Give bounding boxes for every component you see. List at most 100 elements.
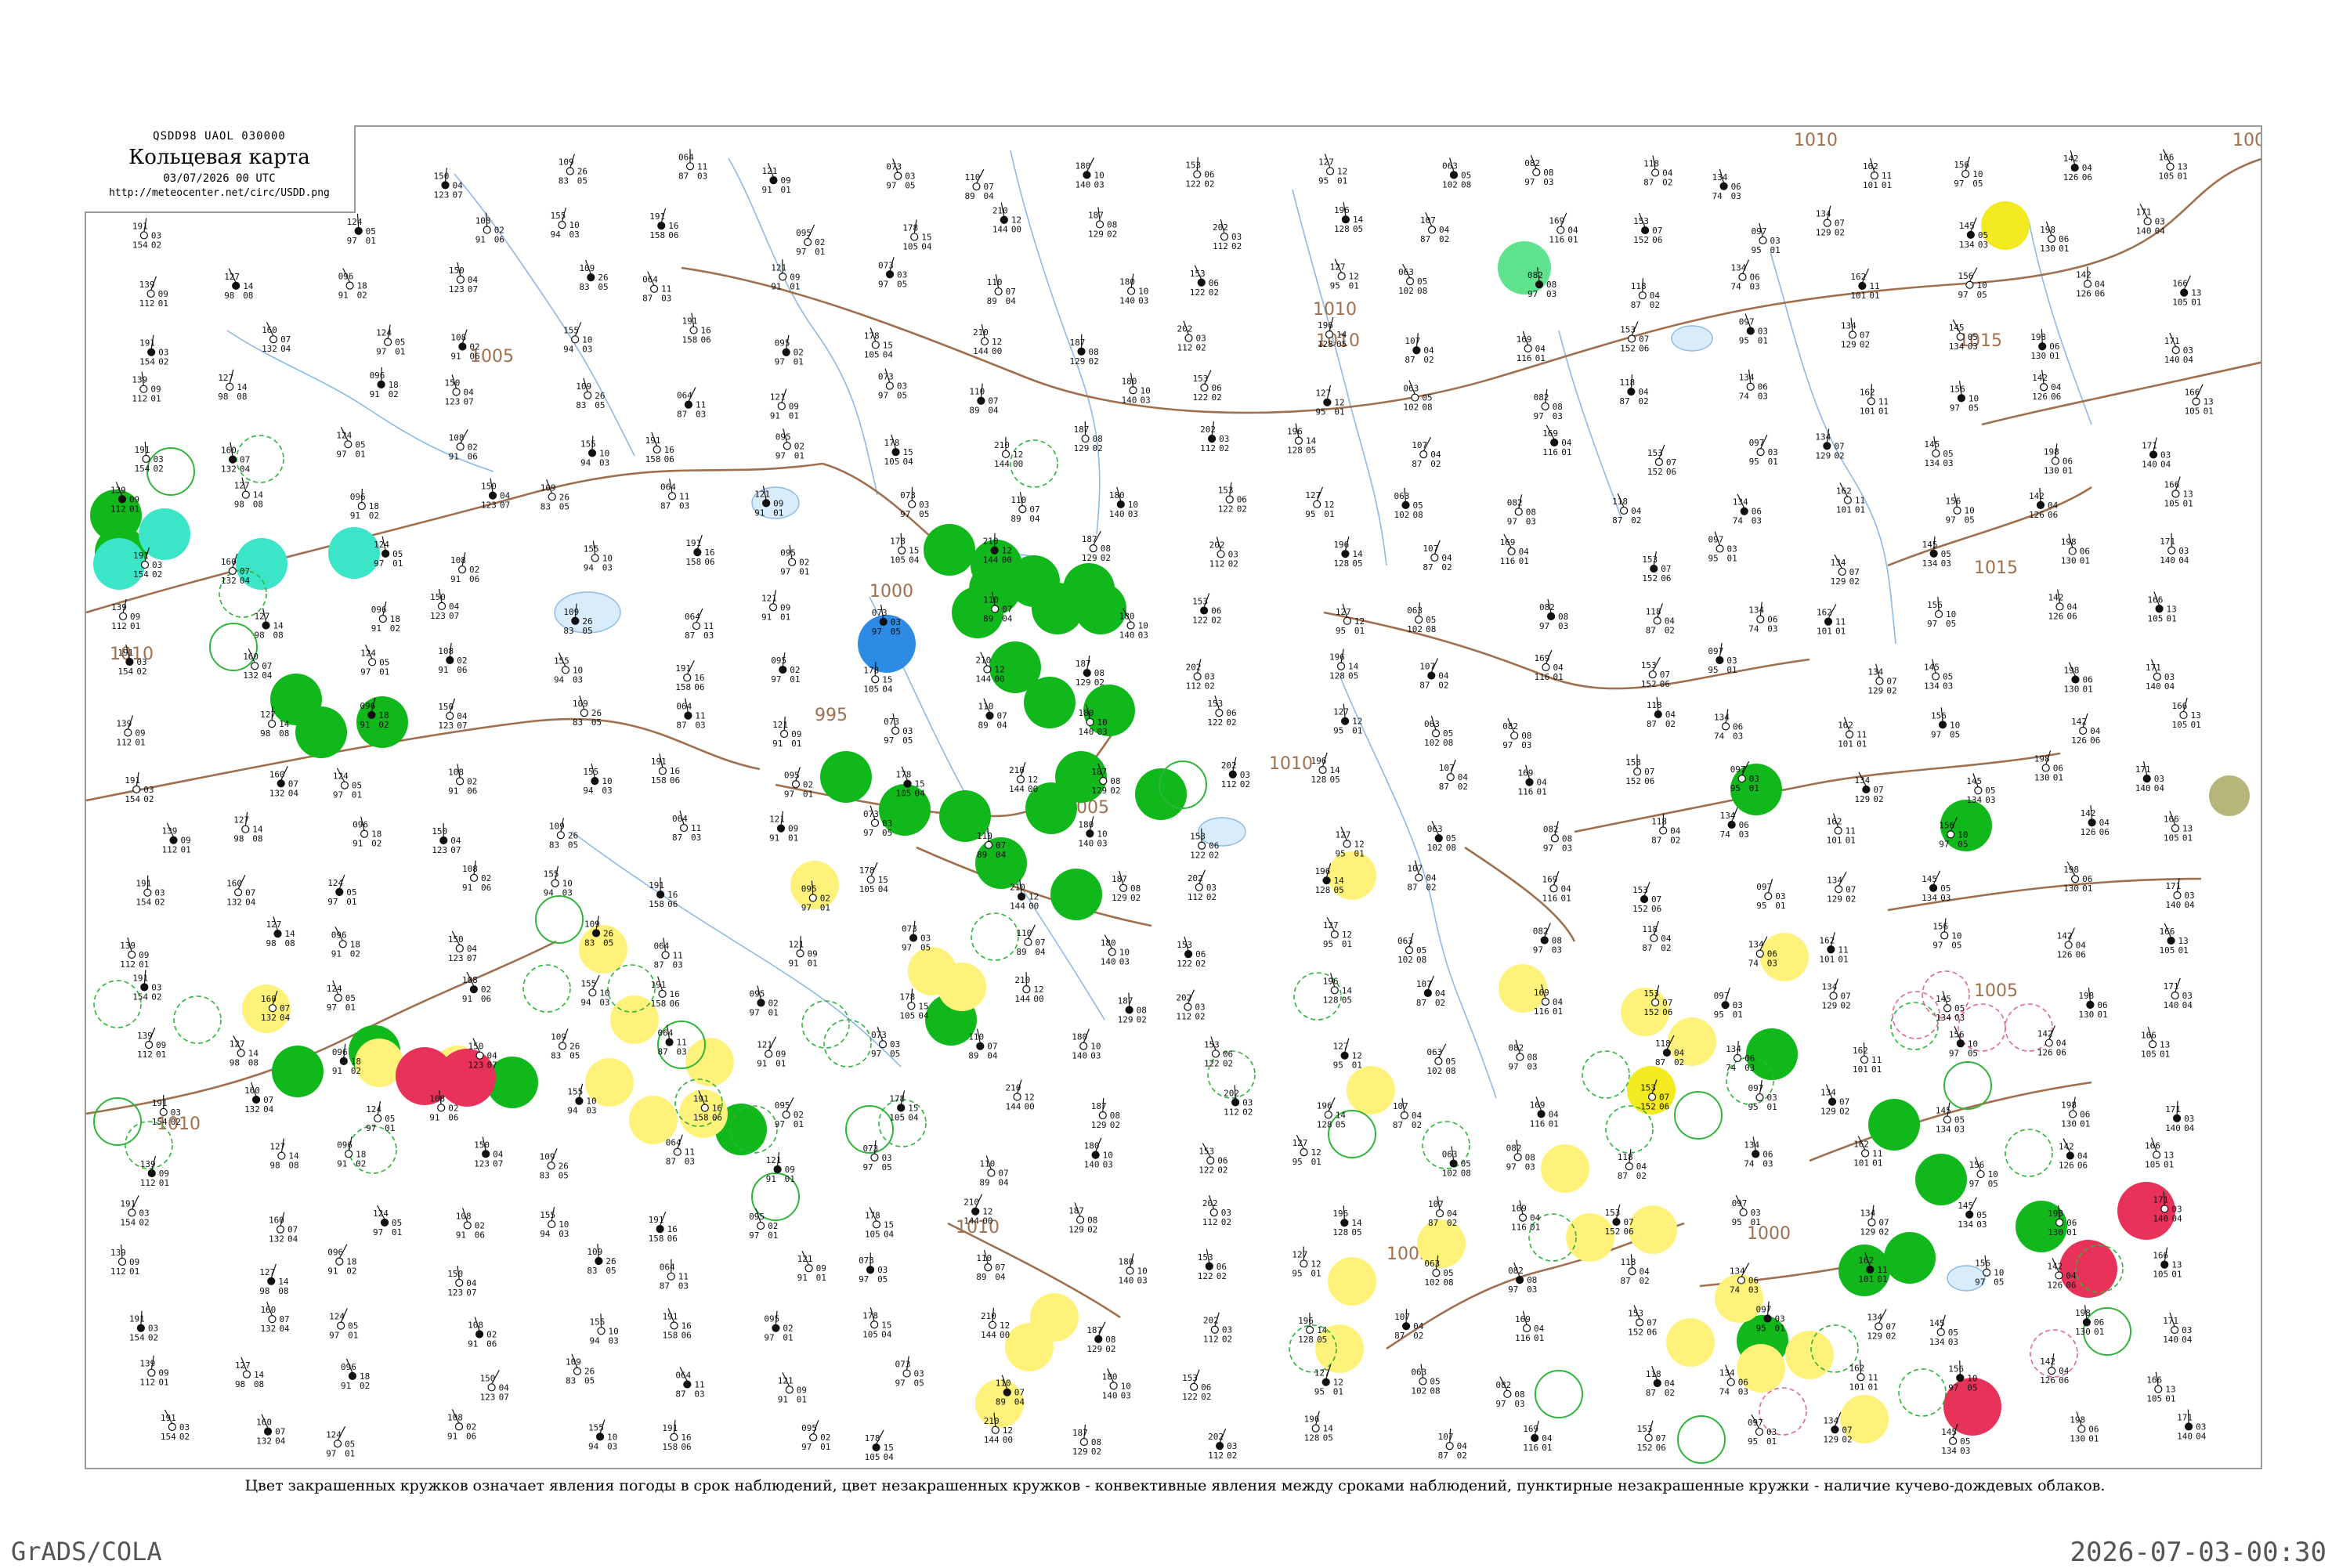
station-plot[interactable]: 110078904 <box>965 169 995 201</box>
station-plot[interactable]: 1781510504 <box>902 219 932 251</box>
station-plot[interactable]: 097039501 <box>1732 1195 1761 1227</box>
station-plot[interactable]: 095029701 <box>784 767 813 799</box>
station-plot[interactable]: 1690411601 <box>1542 871 1571 903</box>
station-plot[interactable]: 1500412307 <box>433 168 463 200</box>
station-plot[interactable]: 0630510208 <box>1403 381 1432 413</box>
station-plot[interactable]: 109268305 <box>559 154 588 186</box>
station-plot[interactable]: 110078904 <box>969 384 999 416</box>
station-plot[interactable]: 1980613001 <box>2030 329 2059 361</box>
station-plot[interactable]: 095029701 <box>801 1420 830 1452</box>
station-plot[interactable]: 095029701 <box>764 1311 793 1343</box>
station-plot[interactable]: 2020311202 <box>1203 1313 1232 1345</box>
station-plot[interactable]: 1390911201 <box>162 823 191 855</box>
station-plot[interactable]: 1340712902 <box>1854 772 1883 804</box>
station-plot[interactable]: 0630510208 <box>1427 821 1456 853</box>
station-plot[interactable]: 124059701 <box>360 645 389 677</box>
station-plot[interactable]: 095029701 <box>796 225 825 257</box>
station-plot[interactable]: 1390911201 <box>116 715 145 747</box>
station-plot[interactable]: 124059701 <box>373 1205 402 1237</box>
station-plot[interactable]: 1340712902 <box>1860 1205 1889 1237</box>
station-plot[interactable]: 2020311202 <box>1200 421 1229 453</box>
station-plot[interactable]: 1980613001 <box>2063 663 2092 695</box>
station-plot[interactable]: 2020311202 <box>1176 990 1205 1022</box>
station-plot[interactable]: 107048702 <box>1405 333 1434 365</box>
station-plot[interactable]: 1500412307 <box>474 1136 504 1169</box>
station-plot[interactable]: 1390911201 <box>137 1028 166 1060</box>
station-plot[interactable]: 155109403 <box>580 975 609 1007</box>
station-plot[interactable]: 1530612202 <box>1190 266 1219 298</box>
station-plot[interactable]: 1801014003 <box>1101 934 1130 966</box>
station-plot[interactable]: 156109705 <box>1950 381 1979 413</box>
station-plot[interactable]: 073039705 <box>878 257 907 289</box>
station-plot[interactable]: 118048702 <box>1651 813 1681 845</box>
station-plot[interactable]: 127129501 <box>1318 154 1347 186</box>
station-plot[interactable]: 127129501 <box>1333 704 1362 736</box>
station-plot[interactable]: 1801014003 <box>1102 1368 1131 1400</box>
station-plot[interactable]: 0630510208 <box>1426 1044 1455 1076</box>
station-plot[interactable]: 1980613001 <box>2063 862 2092 894</box>
station-plot[interactable]: 2101214400 <box>1014 972 1043 1004</box>
station-plot[interactable]: 118048702 <box>1643 156 1673 188</box>
station-plot[interactable]: 1621110101 <box>1849 1360 1878 1392</box>
station-plot[interactable]: 1621110101 <box>1863 158 1892 190</box>
station-plot[interactable]: 108029106 <box>468 1317 497 1349</box>
station-plot[interactable]: 1980613001 <box>2034 750 2063 782</box>
station-plot[interactable]: 1781510504 <box>865 1207 895 1239</box>
station-plot[interactable]: 1911615806 <box>675 660 704 692</box>
station-plot[interactable]: 1340712902 <box>1831 555 1860 587</box>
station-plot[interactable]: 1530612202 <box>1185 157 1214 190</box>
station-plot[interactable]: 1870812902 <box>1088 207 1117 239</box>
station-plot[interactable]: 1870812902 <box>1074 421 1103 453</box>
station-plot[interactable]: 107048702 <box>1393 1098 1423 1130</box>
station-plot[interactable]: 1340712902 <box>1820 1085 1849 1117</box>
station-plot[interactable]: 1690411601 <box>1500 534 1530 566</box>
station-plot[interactable]: 156109705 <box>1946 493 1975 526</box>
station-plot[interactable]: 2101214400 <box>1006 1079 1035 1111</box>
station-plot[interactable]: 118048702 <box>1631 278 1661 310</box>
station-plot[interactable]: 1781510504 <box>859 862 889 894</box>
station-plot[interactable]: 155109403 <box>590 1313 619 1346</box>
station-plot[interactable]: 097039501 <box>1752 223 1781 255</box>
station-plot[interactable]: 121099101 <box>771 259 800 291</box>
station-plot[interactable]: 110078904 <box>1010 492 1040 524</box>
station-plot[interactable]: 082089703 <box>1508 1039 1537 1071</box>
station-plot[interactable]: 082089703 <box>1524 155 1553 187</box>
station-plot[interactable]: 127149808 <box>266 916 296 948</box>
station-plot[interactable]: 1661310501 <box>2141 1027 2170 1059</box>
station-plot[interactable]: 127129501 <box>1315 385 1344 417</box>
station-plot[interactable]: 0630510208 <box>1442 157 1471 190</box>
station-plot[interactable]: 1870812902 <box>1118 992 1147 1024</box>
station-plot[interactable]: 1530612202 <box>1198 1249 1227 1281</box>
station-plot[interactable]: 1661310501 <box>2185 385 2214 417</box>
station-plot[interactable]: 1710314004 <box>2160 533 2189 565</box>
station-plot[interactable]: 134067403 <box>1733 494 1762 526</box>
station-plot[interactable]: 1690411601 <box>1517 331 1546 363</box>
station-plot[interactable]: 107048702 <box>1416 976 1446 1008</box>
station-plot[interactable]: 096189102 <box>327 1245 356 1277</box>
station-plot[interactable]: 1911615806 <box>663 1309 692 1341</box>
station-plot[interactable]: 1340712902 <box>1867 1309 1896 1341</box>
station-plot[interactable]: 1450513403 <box>1929 1315 1958 1347</box>
station-plot[interactable]: 1340712902 <box>1815 428 1844 461</box>
station-plot[interactable]: 121099101 <box>761 590 790 622</box>
station-plot[interactable]: 1781510504 <box>864 327 894 359</box>
station-plot[interactable]: 1621110101 <box>1853 1042 1882 1075</box>
station-plot[interactable]: 073039705 <box>900 487 929 519</box>
station-plot[interactable]: 1870812902 <box>1086 1322 1115 1354</box>
station-plot[interactable]: 1530715206 <box>1641 657 1670 689</box>
station-plot[interactable]: 096189102 <box>337 1136 366 1169</box>
station-plot[interactable]: 2020311202 <box>1186 659 1215 692</box>
station-plot[interactable]: 1961412805 <box>1317 1097 1347 1129</box>
station-plot[interactable]: 1621110101 <box>1819 932 1848 964</box>
station-plot[interactable]: 1980613001 <box>2040 222 2069 254</box>
station-plot[interactable]: 1530612202 <box>1192 593 1221 625</box>
station-plot[interactable]: 095029701 <box>749 1209 778 1241</box>
station-plot[interactable]: 109268305 <box>573 695 602 728</box>
station-plot[interactable]: 118048702 <box>1646 604 1676 636</box>
station-plot[interactable]: 1340712902 <box>1822 979 1851 1011</box>
station-plot[interactable]: 127149808 <box>259 1264 289 1296</box>
station-plot[interactable]: 1801014003 <box>1119 274 1148 306</box>
station-plot[interactable]: 1801014003 <box>1072 1029 1101 1061</box>
station-plot[interactable]: 118048702 <box>1646 1366 1676 1398</box>
station-plot[interactable]: 156109705 <box>1949 1026 1978 1058</box>
